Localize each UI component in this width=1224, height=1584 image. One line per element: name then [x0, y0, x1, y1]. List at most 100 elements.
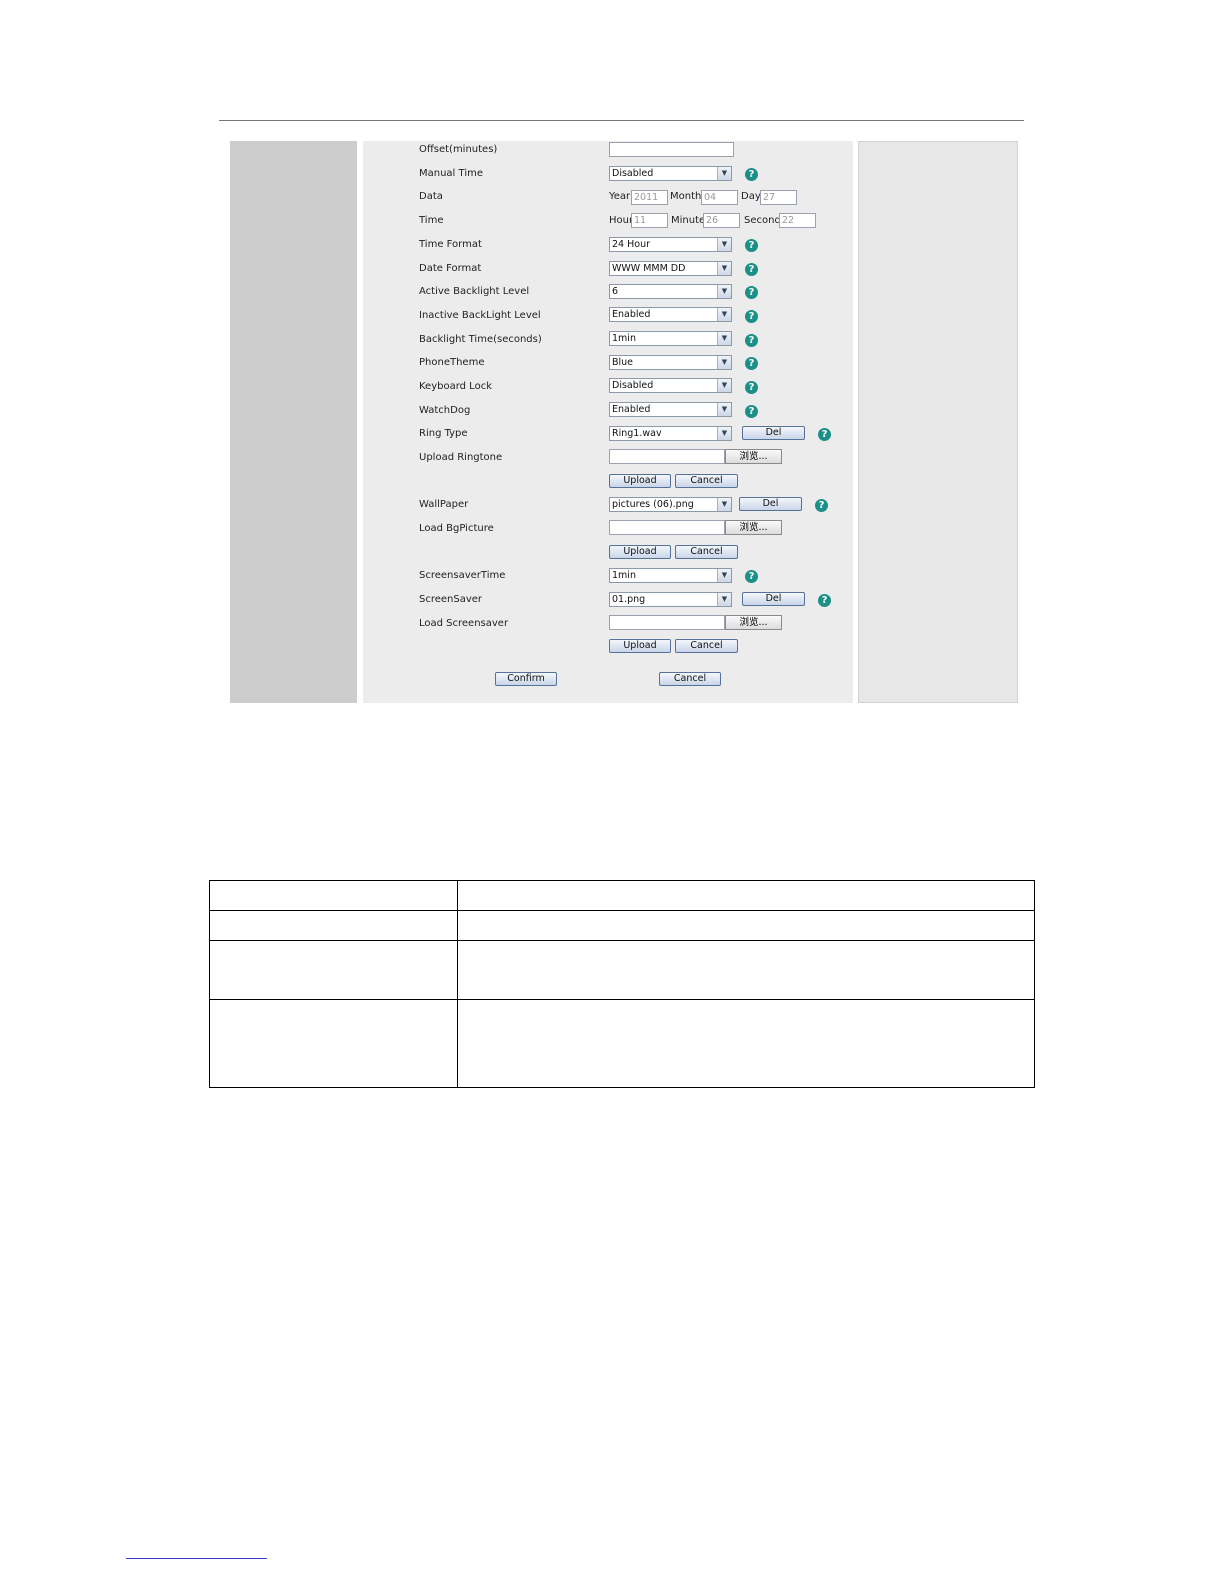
screensaver-select[interactable]: 01.png ▼ [609, 592, 732, 607]
keyboard-lock-row: Keyboard Lock Disabled ▼ ? [363, 376, 853, 398]
manual-time-value: Disabled [612, 168, 654, 179]
help-icon[interactable]: ? [745, 168, 758, 181]
chevron-down-icon: ▼ [717, 356, 731, 369]
inactive-backlight-label: Inactive BackLight Level [419, 310, 541, 321]
year-input[interactable]: 2011 [631, 190, 668, 205]
keyboard-lock-value: Disabled [612, 380, 654, 391]
chevron-down-icon: ▼ [717, 593, 731, 606]
active-backlight-label: Active Backlight Level [419, 286, 530, 297]
inactive-backlight-row: Inactive BackLight Level Enabled ▼ ? [363, 305, 853, 327]
chevron-down-icon: ▼ [717, 403, 731, 416]
bgpicture-browse-button[interactable]: 浏览... [725, 520, 782, 535]
ringtone-cancel-button[interactable]: Cancel [675, 474, 738, 488]
screensaver-browse-button[interactable]: 浏览... [725, 615, 782, 630]
screensaver-time-select[interactable]: 1min ▼ [609, 568, 732, 583]
help-icon[interactable]: ? [745, 286, 758, 299]
ringtone-file-input[interactable] [609, 449, 725, 464]
phone-theme-row: PhoneTheme Blue ▼ ? [363, 352, 853, 374]
parameter-table [209, 880, 1035, 1088]
help-icon[interactable]: ? [745, 263, 758, 276]
help-icon[interactable]: ? [745, 334, 758, 347]
table-cell [457, 999, 1035, 1088]
table-cell [209, 999, 458, 1088]
time-format-value: 24 Hour [612, 239, 650, 250]
confirm-button[interactable]: Confirm [495, 672, 557, 686]
screensaver-file-input[interactable] [609, 615, 725, 630]
ringtone-browse-button[interactable]: 浏览... [725, 449, 782, 464]
month-input[interactable]: 04 [701, 190, 738, 205]
bgpicture-file-input[interactable] [609, 520, 725, 535]
backlight-time-select[interactable]: 1min ▼ [609, 331, 732, 346]
table-row [209, 880, 1035, 911]
config-screenshot: Offset(minutes) Manual Time Disabled ▼ ? … [230, 141, 1018, 703]
chevron-down-icon: ▼ [717, 308, 731, 321]
minute-label: Minute [671, 215, 706, 226]
active-backlight-select[interactable]: 6 ▼ [609, 284, 732, 299]
hour-input[interactable]: 11 [631, 213, 668, 228]
form-actions-row: Confirm Cancel [363, 669, 853, 691]
help-icon[interactable]: ? [745, 381, 758, 394]
help-icon[interactable]: ? [818, 594, 831, 607]
keyboard-lock-select[interactable]: Disabled ▼ [609, 378, 732, 393]
backlight-time-row: Backlight Time(seconds) 1min ▼ ? [363, 329, 853, 351]
chevron-down-icon: ▼ [717, 238, 731, 251]
ring-type-select[interactable]: Ring1.wav ▼ [609, 426, 732, 441]
day-input[interactable]: 27 [760, 190, 797, 205]
offset-input[interactable] [609, 142, 734, 157]
screensaver-upload-button[interactable]: Upload [609, 639, 671, 653]
active-backlight-value: 6 [612, 286, 619, 297]
screensaver-time-row: ScreensaverTime 1min ▼ ? [363, 565, 853, 587]
second-label: Second [744, 215, 781, 226]
phone-theme-label: PhoneTheme [419, 357, 485, 368]
screensaver-cancel-button[interactable]: Cancel [675, 639, 738, 653]
date-format-select[interactable]: WWW MMM DD ▼ [609, 261, 732, 276]
watchdog-value: Enabled [612, 404, 651, 415]
day-label: Day [741, 191, 761, 202]
ring-delete-button[interactable]: Del [742, 426, 805, 440]
month-label: Month [670, 191, 702, 202]
left-panel [230, 141, 357, 703]
watchdog-select[interactable]: Enabled ▼ [609, 402, 732, 417]
active-backlight-row: Active Backlight Level 6 ▼ ? [363, 281, 853, 303]
chevron-down-icon: ▼ [717, 498, 731, 511]
year-label: Year [609, 191, 631, 202]
bgpicture-cancel-button[interactable]: Cancel [675, 545, 738, 559]
table-cell [209, 940, 458, 1000]
help-icon[interactable]: ? [745, 310, 758, 323]
ring-type-value: Ring1.wav [612, 428, 662, 439]
help-icon[interactable]: ? [745, 405, 758, 418]
help-icon[interactable]: ? [745, 570, 758, 583]
footnote-rule [126, 1558, 267, 1559]
time-row: Time Hour 11 Minute 26 Second 22 [363, 210, 853, 232]
phone-theme-select[interactable]: Blue ▼ [609, 355, 732, 370]
bgpicture-upload-button[interactable]: Upload [609, 545, 671, 559]
upload-ringtone-row: Upload Ringtone 浏览... [363, 447, 853, 469]
wallpaper-select[interactable]: pictures (06).png ▼ [609, 497, 732, 512]
time-format-select[interactable]: 24 Hour ▼ [609, 237, 732, 252]
table-row [209, 940, 1035, 1000]
offset-row: Offset(minutes) [363, 139, 853, 161]
chevron-down-icon: ▼ [717, 285, 731, 298]
inactive-backlight-select[interactable]: Enabled ▼ [609, 307, 732, 322]
table-cell [457, 940, 1035, 1000]
cancel-button[interactable]: Cancel [659, 672, 721, 686]
ringtone-upload-button[interactable]: Upload [609, 474, 671, 488]
help-icon[interactable]: ? [818, 428, 831, 441]
second-input[interactable]: 22 [779, 213, 816, 228]
wallpaper-row: WallPaper pictures (06).png ▼ Del ? [363, 494, 853, 516]
chevron-down-icon: ▼ [717, 569, 731, 582]
table-row [209, 999, 1035, 1088]
load-screensaver-row: Load Screensaver 浏览... [363, 613, 853, 635]
wallpaper-delete-button[interactable]: Del [739, 497, 802, 511]
chevron-down-icon: ▼ [717, 427, 731, 440]
chevron-down-icon: ▼ [717, 167, 731, 180]
ring-type-row: Ring Type Ring1.wav ▼ Del ? [363, 423, 853, 445]
help-icon[interactable]: ? [815, 499, 828, 512]
manual-time-select[interactable]: Disabled ▼ [609, 166, 732, 181]
minute-input[interactable]: 26 [703, 213, 740, 228]
screensaver-delete-button[interactable]: Del [742, 592, 805, 606]
help-icon[interactable]: ? [745, 357, 758, 370]
load-bgpicture-row: Load BgPicture 浏览... [363, 518, 853, 540]
help-icon[interactable]: ? [745, 239, 758, 252]
wallpaper-label: WallPaper [419, 499, 469, 510]
